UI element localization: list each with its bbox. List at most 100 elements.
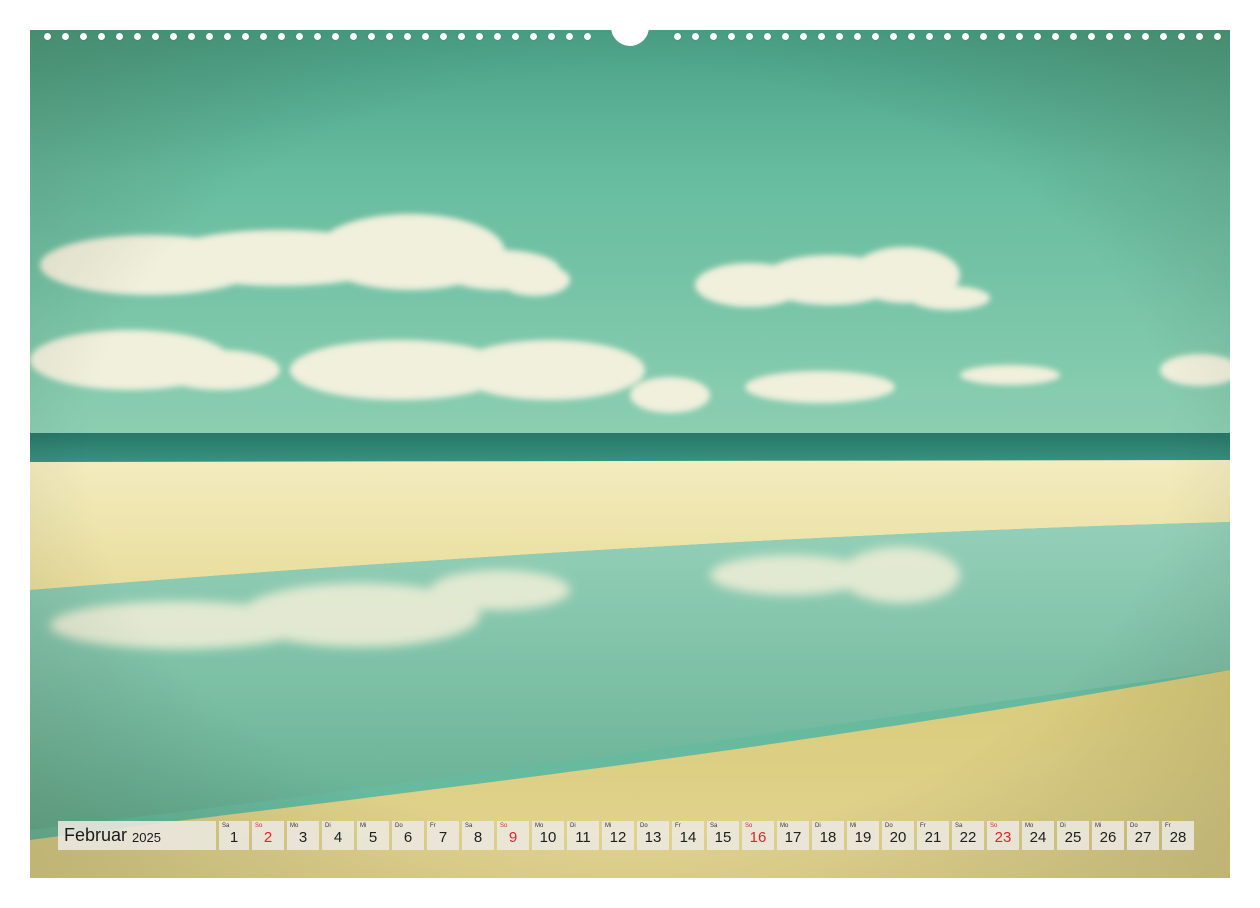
day-number: 20 (889, 829, 907, 846)
binding-hole (1070, 33, 1077, 40)
binding-hole (1214, 33, 1221, 40)
binding-hole (44, 33, 51, 40)
day-number: 2 (263, 829, 273, 846)
day-number: 24 (1029, 829, 1047, 846)
binding-hole (170, 33, 177, 40)
binding-hole (1160, 33, 1167, 40)
binding-hole (1052, 33, 1059, 40)
binding-hole (404, 33, 411, 40)
day-number: 9 (508, 829, 518, 846)
binding-hole (224, 33, 231, 40)
day-cell: Sa 15 (707, 821, 739, 850)
day-cell: Sa 1 (219, 821, 249, 850)
day-cell: Fr 7 (427, 821, 459, 850)
binding-hole (350, 33, 357, 40)
day-cell: Mi 5 (357, 821, 389, 850)
day-number: 5 (368, 829, 378, 846)
day-cell: Fr 14 (672, 821, 704, 850)
day-cell: Mo 24 (1022, 821, 1054, 850)
day-number: 19 (854, 829, 872, 846)
binding-hole (710, 33, 717, 40)
day-cell: Mo 17 (777, 821, 809, 850)
day-number: 14 (679, 829, 697, 846)
binding-hole (530, 33, 537, 40)
day-cell: So 2 (252, 821, 284, 850)
binding-hole (962, 33, 969, 40)
binding-hole (764, 33, 771, 40)
binding-hole (422, 33, 429, 40)
day-number: 8 (473, 829, 483, 846)
day-number: 13 (644, 829, 662, 846)
binding-hole (332, 33, 339, 40)
binding-hole (134, 33, 141, 40)
binding-hole (548, 33, 555, 40)
binding-hole (944, 33, 951, 40)
day-number: 17 (784, 829, 802, 846)
day-cell: Do 13 (637, 821, 669, 850)
day-number: 3 (298, 829, 308, 846)
month-name: Februar (64, 825, 128, 845)
binding-hole (692, 33, 699, 40)
binding-hole (188, 33, 195, 40)
binding-hole (152, 33, 159, 40)
month-year: 2025 (132, 829, 161, 845)
day-cells: Sa 1 So 2 Mo 3 Di 4 Mi 5 Do 6 Fr 7 Sa 8 So 9 Mo 10 Di 11 Mi 12 D… (219, 821, 1194, 850)
day-number: 21 (924, 829, 942, 846)
binding-hole (386, 33, 393, 40)
binding-hole (818, 33, 825, 40)
day-number: 18 (819, 829, 837, 846)
binding-hole (836, 33, 843, 40)
binding-hole (890, 33, 897, 40)
day-number: 10 (539, 829, 557, 846)
day-cell: Di 4 (322, 821, 354, 850)
binding-hole (980, 33, 987, 40)
month-label: Februar 2025 (58, 821, 216, 850)
binding-hole (116, 33, 123, 40)
binding-hole (494, 33, 501, 40)
binding-hole (80, 33, 87, 40)
binding-hole (1178, 33, 1185, 40)
binding-hole (62, 33, 69, 40)
day-cell: So 9 (497, 821, 529, 850)
day-cell: Sa 8 (462, 821, 494, 850)
day-number: 7 (438, 829, 448, 846)
hanger-notch (611, 8, 649, 46)
binding-hole (926, 33, 933, 40)
binding-hole (1034, 33, 1041, 40)
day-number: 25 (1064, 829, 1082, 846)
day-number: 6 (403, 829, 413, 846)
day-cell: Do 20 (882, 821, 914, 850)
binding-hole (440, 33, 447, 40)
day-number: 16 (749, 829, 767, 846)
binding-hole (368, 33, 375, 40)
day-cell: So 23 (987, 821, 1019, 850)
binding-hole (242, 33, 249, 40)
day-number: 1 (229, 829, 239, 846)
binding-hole (1124, 33, 1131, 40)
day-cell: Di 18 (812, 821, 844, 850)
binding-hole (206, 33, 213, 40)
day-cell: Fr 28 (1162, 821, 1194, 850)
day-number: 26 (1099, 829, 1117, 846)
day-cell: Fr 21 (917, 821, 949, 850)
binding-hole (458, 33, 465, 40)
binding-hole (1196, 33, 1203, 40)
day-cell: So 16 (742, 821, 774, 850)
binding-hole (1016, 33, 1023, 40)
binding-hole (854, 33, 861, 40)
beach-photo (30, 30, 1230, 878)
month-strip: Februar 2025 Sa 1 So 2 Mo 3 Di 4 Mi 5 Do 6 Fr 7 Sa 8 So 9… (58, 821, 1194, 850)
beach-landscape-image (30, 30, 1230, 878)
binding-hole (728, 33, 735, 40)
binding-hole (296, 33, 303, 40)
binding-hole (260, 33, 267, 40)
day-cell: Do 27 (1127, 821, 1159, 850)
day-cell: Mi 26 (1092, 821, 1124, 850)
binding-hole (674, 33, 681, 40)
day-number: 23 (994, 829, 1012, 846)
binding-hole (512, 33, 519, 40)
binding-hole (782, 33, 789, 40)
day-cell: Mo 3 (287, 821, 319, 850)
day-cell: Mi 12 (602, 821, 634, 850)
day-cell: Mo 10 (532, 821, 564, 850)
